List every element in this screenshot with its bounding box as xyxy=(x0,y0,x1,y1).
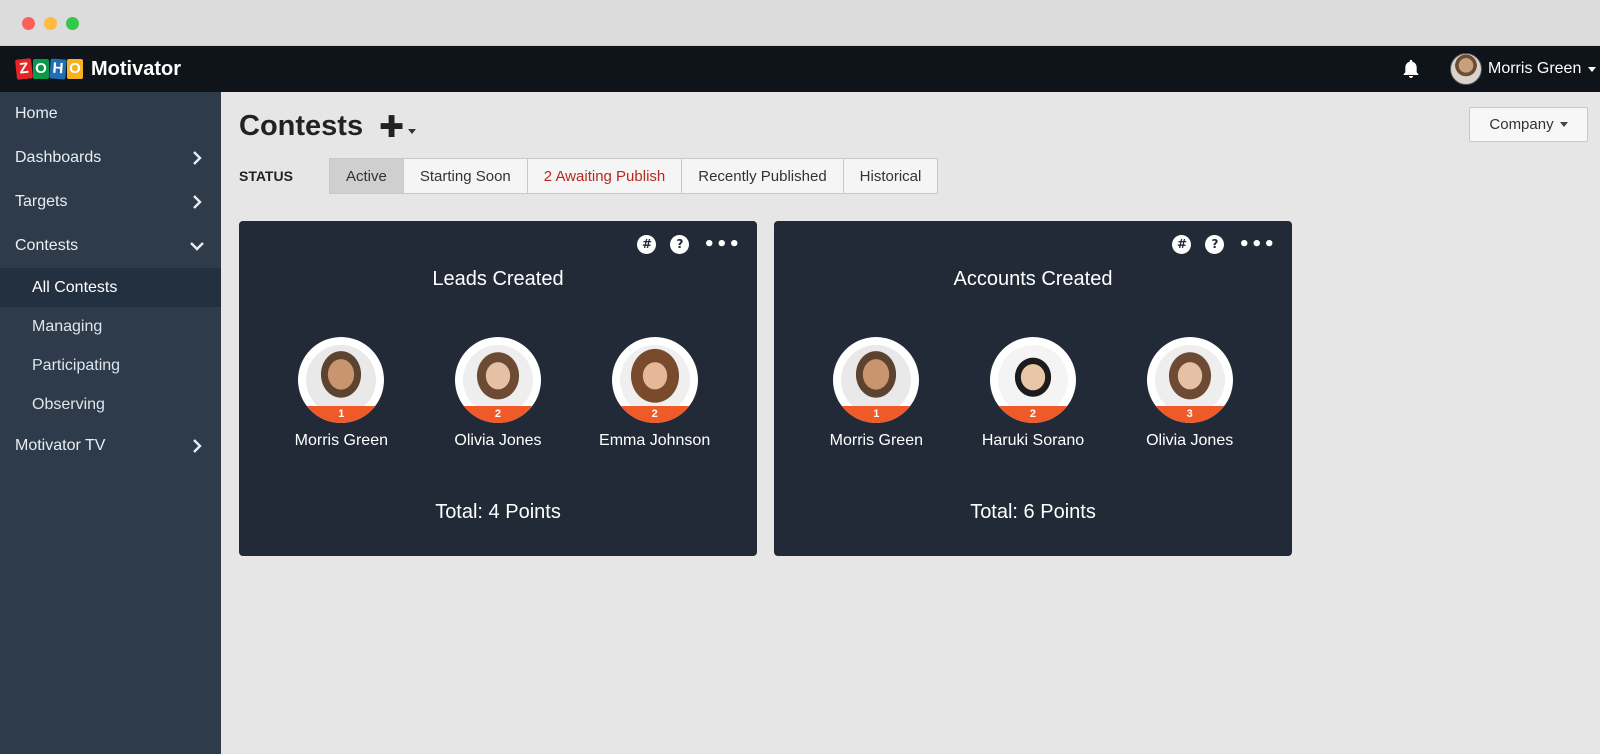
participant[interactable]: 3 Olivia Jones xyxy=(1115,337,1265,450)
sidebar-item-motivator-tv[interactable]: Motivator TV xyxy=(0,424,221,468)
close-window-button[interactable] xyxy=(22,17,35,30)
sidebar-item-home[interactable]: Home xyxy=(0,92,221,136)
logo-letter: H xyxy=(49,58,67,80)
contest-total: Total: 6 Points xyxy=(970,501,1096,523)
sidebar-item-label: Motivator TV xyxy=(15,437,106,454)
chevron-right-icon xyxy=(193,151,202,165)
sidebar-item-dashboards[interactable]: Dashboards xyxy=(0,136,221,180)
participant-name: Haruki Sorano xyxy=(981,432,1085,449)
status-label: STATUS xyxy=(239,168,293,184)
chevron-down-icon xyxy=(190,242,204,251)
rank-badge: 3 xyxy=(1146,406,1233,423)
contest-title: Accounts Created xyxy=(953,268,1113,290)
app-logo[interactable]: Z O H O Motivator xyxy=(14,55,181,83)
contest-total: Total: 4 Points xyxy=(435,501,561,523)
company-filter-dropdown[interactable]: Company xyxy=(1469,107,1588,142)
chevron-down-icon xyxy=(408,128,417,134)
sidebar: Home Dashboards Targets Contests All Con… xyxy=(0,92,221,754)
window-title-bar xyxy=(0,0,1600,46)
sidebar-subitem-label: All Contests xyxy=(32,278,118,296)
hash-icon[interactable]: # xyxy=(1172,235,1192,254)
more-icon[interactable]: ••• xyxy=(1238,235,1276,254)
chevron-down-icon xyxy=(1559,122,1568,127)
chevron-down-icon xyxy=(1588,66,1597,72)
sidebar-item-targets[interactable]: Targets xyxy=(0,180,221,224)
company-filter-label: Company xyxy=(1489,116,1554,133)
contest-card[interactable]: # ? ••• Accounts Created 1 Morris Green … xyxy=(774,221,1292,556)
avatar: 3 xyxy=(1146,337,1233,423)
chevron-right-icon xyxy=(193,195,202,209)
card-actions: # ? ••• xyxy=(637,235,741,254)
user-menu[interactable]: Morris Green xyxy=(1450,49,1597,89)
leaderboard: 1 Morris Green 2 Olivia Jones 2 Emma Joh… xyxy=(239,337,757,450)
tab-awaiting-publish[interactable]: 2 Awaiting Publish xyxy=(528,159,683,193)
participant-name: Emma Johnson xyxy=(599,432,711,449)
page-title: Contests xyxy=(239,110,364,142)
avatar: 2 xyxy=(989,337,1076,423)
logo-letter: O xyxy=(67,59,83,79)
top-navbar: Z O H O Motivator Morris Green xyxy=(0,46,1600,92)
participant[interactable]: 1 Morris Green xyxy=(801,337,951,450)
card-actions: # ? ••• xyxy=(1172,235,1276,254)
participant[interactable]: 2 Emma Johnson xyxy=(580,337,730,450)
more-icon[interactable]: ••• xyxy=(703,235,741,254)
app-name: Motivator xyxy=(91,58,181,80)
chevron-right-icon xyxy=(193,439,202,453)
rank-badge: 1 xyxy=(833,406,920,423)
avatar xyxy=(1450,53,1482,85)
participant-name: Olivia Jones xyxy=(1146,432,1234,449)
sidebar-subitem-label: Participating xyxy=(32,356,121,374)
sidebar-subitem-all-contests[interactable]: All Contests xyxy=(0,268,221,307)
help-icon[interactable]: ? xyxy=(1205,235,1225,254)
contest-card[interactable]: # ? ••• Leads Created 1 Morris Green 2 O… xyxy=(239,221,757,556)
rank-badge: 2 xyxy=(989,406,1076,423)
participant-name: Morris Green xyxy=(829,432,923,449)
avatar: 2 xyxy=(454,337,541,423)
logo-letter: O xyxy=(33,59,49,79)
main-content: Contests ✚ Company STATUS Active Startin… xyxy=(221,92,1600,754)
hash-icon[interactable]: # xyxy=(637,235,657,254)
sidebar-subitem-participating[interactable]: Participating xyxy=(0,346,221,385)
minimize-window-button[interactable] xyxy=(44,17,57,30)
logo-letter: Z xyxy=(14,58,34,80)
avatar: 2 xyxy=(611,337,698,423)
sidebar-item-label: Dashboards xyxy=(15,149,102,166)
participant[interactable]: 1 Morris Green xyxy=(266,337,416,450)
participant[interactable]: 2 Olivia Jones xyxy=(423,337,573,450)
status-tabs: Active Starting Soon 2 Awaiting Publish … xyxy=(329,158,939,194)
rank-badge: 2 xyxy=(611,406,698,423)
plus-icon: ✚ xyxy=(379,110,405,145)
sidebar-subitem-label: Observing xyxy=(32,395,105,413)
participant[interactable]: 2 Haruki Sorano xyxy=(958,337,1108,450)
avatar: 1 xyxy=(833,337,920,423)
user-name: Morris Green xyxy=(1488,60,1582,77)
add-contest-button[interactable]: ✚ xyxy=(379,110,417,145)
tab-starting-soon[interactable]: Starting Soon xyxy=(404,159,528,193)
contest-title: Leads Created xyxy=(432,268,564,290)
sidebar-item-label: Home xyxy=(15,105,58,122)
sidebar-item-contests[interactable]: Contests xyxy=(0,224,221,268)
rank-badge: 1 xyxy=(298,406,385,423)
maximize-window-button[interactable] xyxy=(66,17,79,30)
participant-name: Olivia Jones xyxy=(454,432,542,449)
sidebar-item-label: Contests xyxy=(15,237,79,254)
tab-recently-published[interactable]: Recently Published xyxy=(682,159,844,193)
participant-name: Morris Green xyxy=(294,432,388,449)
sidebar-item-label: Targets xyxy=(15,193,68,210)
sidebar-subitem-managing[interactable]: Managing xyxy=(0,307,221,346)
rank-badge: 2 xyxy=(454,406,541,423)
help-icon[interactable]: ? xyxy=(670,235,690,254)
zoho-logo: Z O H O xyxy=(14,58,83,80)
sidebar-subitem-observing[interactable]: Observing xyxy=(0,385,221,424)
sidebar-subitem-label: Managing xyxy=(32,317,103,335)
tab-active[interactable]: Active xyxy=(330,159,404,193)
avatar: 1 xyxy=(298,337,385,423)
leaderboard: 1 Morris Green 2 Haruki Sorano 3 Olivia … xyxy=(774,337,1292,450)
tab-historical[interactable]: Historical xyxy=(844,159,938,193)
bell-icon[interactable] xyxy=(1400,58,1422,80)
